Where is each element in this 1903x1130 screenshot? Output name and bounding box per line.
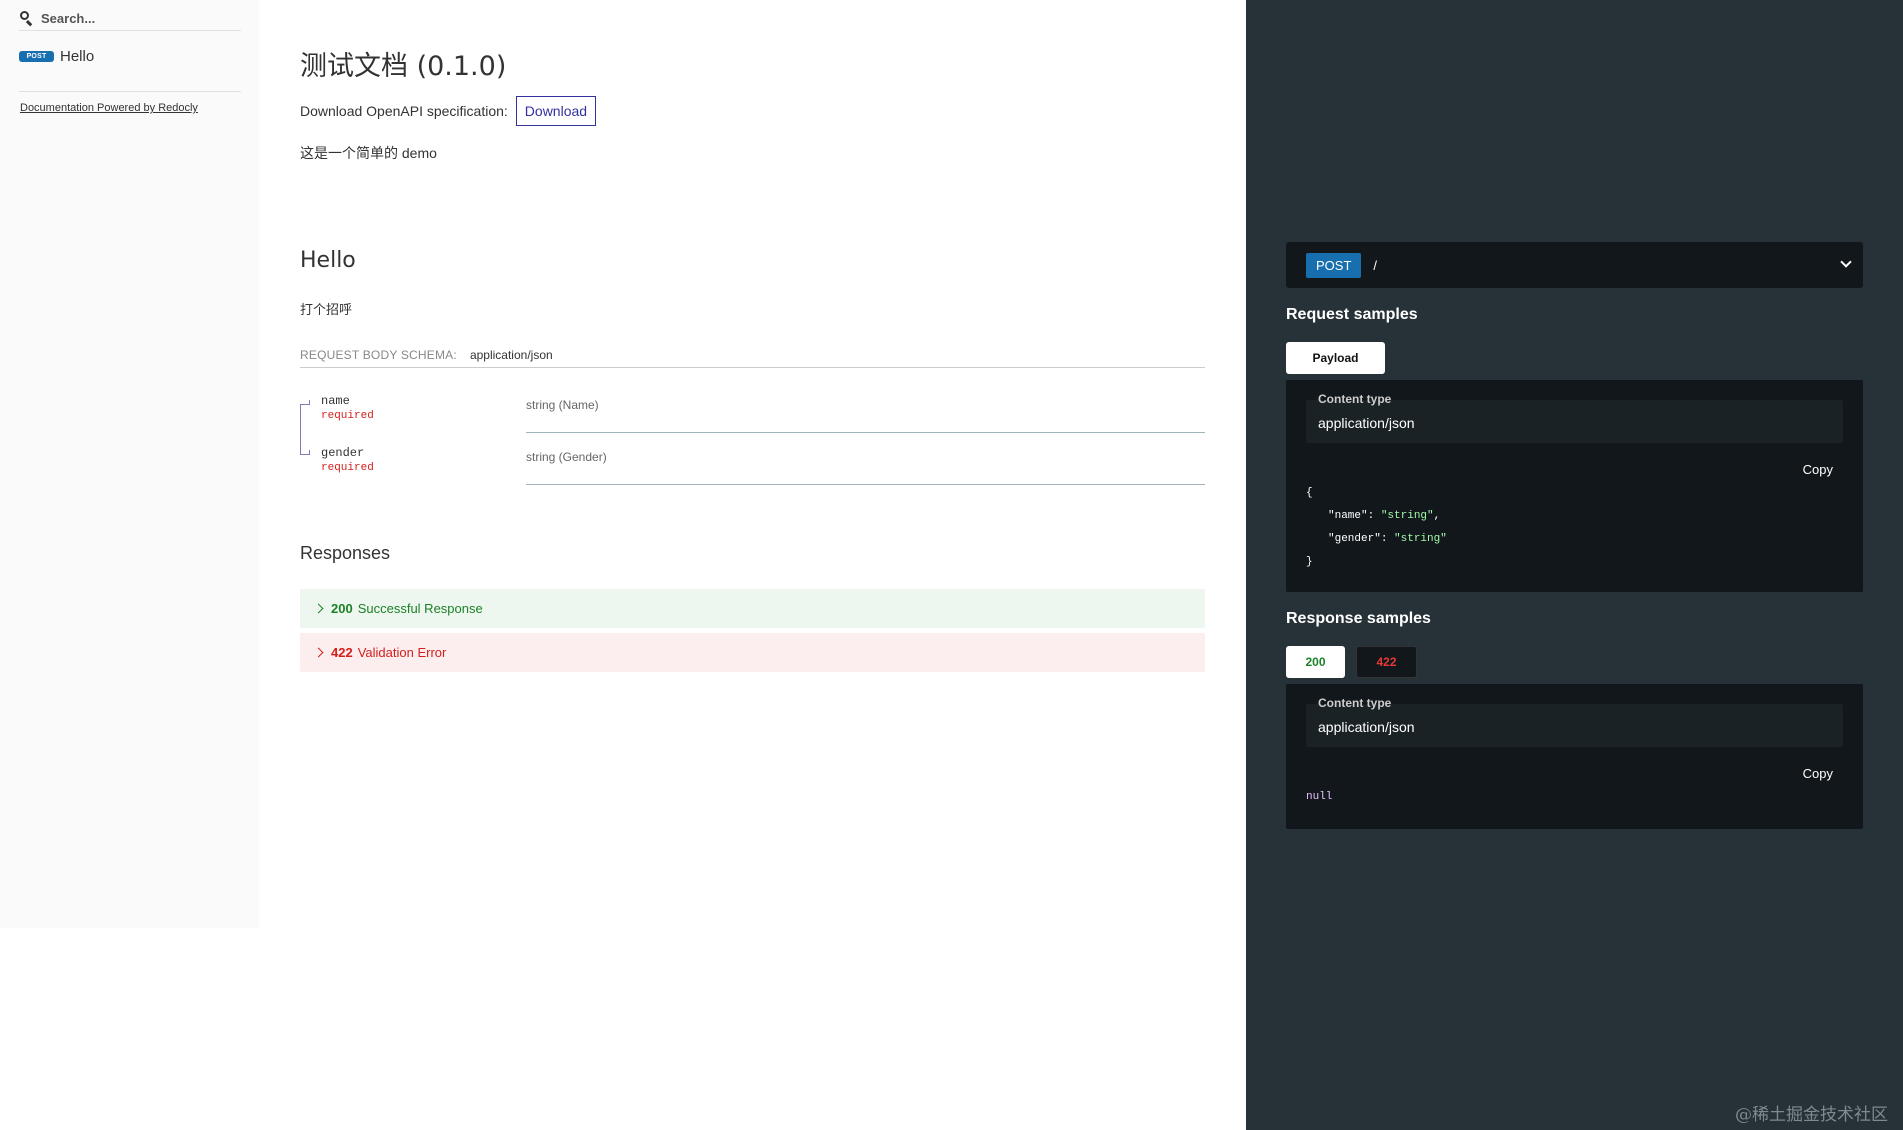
property-divider — [526, 432, 1205, 433]
endpoint-path: / — [1373, 257, 1378, 273]
response-code-sample: null — [1306, 786, 1332, 809]
response-code: 200 — [331, 601, 353, 616]
copy-button[interactable]: Copy — [1803, 462, 1833, 477]
content-type-selector[interactable]: Content type application/json — [1306, 696, 1843, 747]
tab-response-422[interactable]: 422 — [1356, 646, 1417, 678]
samples-panel: POST / Request samples Payload Content t… — [1246, 0, 1903, 1130]
code-brace-open: { — [1306, 487, 1313, 499]
download-row: Download OpenAPI specification: Download — [300, 96, 597, 126]
code-string: "string" — [1394, 533, 1447, 545]
sidebar-divider — [19, 91, 241, 92]
code-brace-close: } — [1306, 556, 1313, 568]
request-samples-title: Request samples — [1286, 306, 1418, 323]
operation-title: Hello — [300, 248, 356, 273]
property-row-gender: gender required string (Gender) — [300, 444, 1205, 496]
powered-by-link[interactable]: Documentation Powered by Redocly — [20, 102, 198, 114]
download-button[interactable]: Download — [515, 96, 597, 126]
response-sample-box: Content type application/json Copy null — [1286, 684, 1863, 829]
copy-button[interactable]: Copy — [1803, 766, 1833, 781]
endpoint-toggle[interactable]: POST / — [1286, 242, 1863, 288]
property-divider — [526, 484, 1205, 485]
code-separator: , — [1433, 510, 1441, 522]
property-type: string (Gender) — [526, 450, 607, 464]
sidebar-item-hello[interactable]: POST Hello — [19, 48, 94, 65]
chevron-right-icon — [313, 647, 324, 658]
request-body-schema-header: REQUEST BODY SCHEMA: application/json — [300, 348, 1205, 368]
property-type: string (Name) — [526, 398, 599, 412]
property-name: name — [321, 394, 350, 408]
request-sample-box: Content type application/json Copy { "na… — [1286, 380, 1863, 592]
operation-description: 打个招呼 — [300, 302, 353, 317]
download-label: Download OpenAPI specification: — [300, 103, 508, 119]
main-content: 测试文档 (0.1.0) Download OpenAPI specificat… — [259, 0, 1246, 1130]
response-label: Validation Error — [357, 645, 447, 660]
request-code-sample: { "name": "string", "gender": "string" } — [1306, 482, 1447, 574]
content-type-label: Content type — [1318, 392, 1392, 406]
responses-title: Responses — [300, 543, 391, 563]
sidebar: POST Hello Documentation Powered by Redo… — [0, 0, 259, 928]
property-name: gender — [321, 446, 365, 460]
code-line: "name": "string", — [1328, 510, 1441, 522]
response-200-toggle[interactable]: 200 Successful Response — [300, 589, 1205, 628]
code-string: "string" — [1380, 510, 1434, 522]
schema-content-type: application/json — [469, 348, 553, 362]
content-type-label: Content type — [1318, 696, 1392, 710]
chevron-down-icon — [1840, 256, 1852, 268]
search-input[interactable] — [41, 10, 231, 26]
code-line: "gender": "string" — [1328, 533, 1447, 545]
content-type-value: application/json — [1318, 719, 1415, 735]
tab-response-200[interactable]: 200 — [1286, 646, 1345, 678]
code-key: "gender" — [1328, 533, 1381, 545]
required-label: required — [321, 410, 374, 422]
content-type-value: application/json — [1318, 415, 1415, 431]
api-description: 这是一个简单的 demo — [300, 145, 437, 161]
sidebar-item-label: Hello — [60, 48, 95, 65]
endpoint-method-badge: POST — [1306, 252, 1362, 278]
response-422-toggle[interactable]: 422 Validation Error — [300, 633, 1205, 672]
watermark: @稀土掘金技术社区 — [1735, 1105, 1888, 1125]
required-label: required — [321, 462, 374, 474]
content-type-selector[interactable]: Content type application/json — [1306, 392, 1843, 443]
schema-label: REQUEST BODY SCHEMA: — [300, 348, 457, 362]
response-samples-title: Response samples — [1286, 610, 1431, 627]
code-key: "name" — [1328, 510, 1368, 522]
response-label: Successful Response — [357, 601, 483, 616]
search-icon — [19, 10, 35, 27]
search-box — [19, 6, 241, 31]
response-code: 422 — [331, 645, 353, 660]
page-title: 测试文档 (0.1.0) — [300, 51, 507, 82]
code-null: null — [1306, 791, 1333, 803]
property-row-name: name required string (Name) — [300, 392, 1205, 444]
post-method-badge: POST — [19, 51, 54, 62]
tab-payload[interactable]: Payload — [1286, 342, 1385, 374]
chevron-right-icon — [313, 603, 324, 614]
